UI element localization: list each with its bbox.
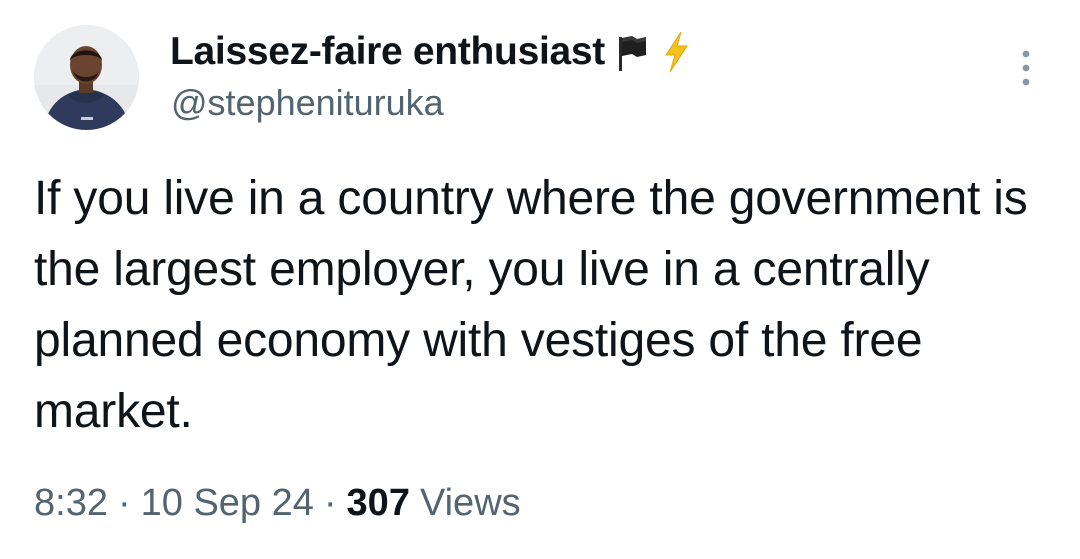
black-flag-icon xyxy=(615,31,649,73)
views-count[interactable]: 307 xyxy=(347,482,410,525)
user-handle[interactable]: @stephenituruka xyxy=(171,82,444,124)
views-label[interactable]: Views xyxy=(420,482,521,525)
tweet-text: If you live in a country where the gover… xyxy=(34,172,1028,438)
meta-separator: · xyxy=(323,481,337,524)
tweet-card: Laissez-faire enthusiast @stephenituruka… xyxy=(0,0,1080,559)
display-name[interactable]: Laissez-faire enthusiast xyxy=(170,30,605,74)
avatar-image xyxy=(34,25,139,130)
display-name-row: Laissez-faire enthusiast xyxy=(170,26,691,78)
tweet-date[interactable]: 10 Sep 24 xyxy=(141,482,314,525)
meta-separator: · xyxy=(117,481,131,524)
more-vertical-icon[interactable] xyxy=(1011,46,1041,90)
avatar[interactable] xyxy=(34,25,139,130)
tweet-time[interactable]: 8:32 xyxy=(34,482,108,525)
tweet-metadata: 8:32 · 10 Sep 24 · 307 Views xyxy=(34,478,521,528)
lightning-bolt-icon xyxy=(661,30,691,74)
